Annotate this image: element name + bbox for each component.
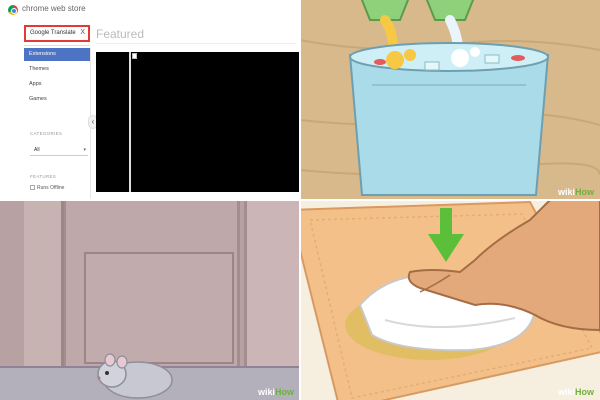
featured-heading: Featured xyxy=(96,27,145,41)
sidebar-item-extensions[interactable]: Extensions xyxy=(24,48,90,61)
chrome-logo-icon xyxy=(8,5,18,15)
runs-offline-checkbox[interactable]: Runs Offline xyxy=(30,185,64,191)
dropdown-arrow-icon: ▾ xyxy=(83,147,86,153)
sidebar-item-games[interactable]: Games xyxy=(24,93,90,106)
chrome-web-store-step: chrome web store Google Translate X Exte… xyxy=(0,0,300,200)
tile-divider-horizontal xyxy=(0,199,600,201)
category-value: All xyxy=(34,147,40,153)
broken-image-icon xyxy=(132,53,137,59)
hamster-at-door-illustration: wikiHow xyxy=(0,200,300,400)
wall-right xyxy=(244,200,300,370)
blotting-stain-illustration: wikiHow xyxy=(300,200,600,400)
checkbox-icon xyxy=(30,185,35,191)
featured-banner-left[interactable] xyxy=(96,52,130,192)
wikihow-watermark: wikiHow xyxy=(557,387,594,397)
glass-illustration xyxy=(300,0,600,200)
wikihow-watermark: wikiHow xyxy=(257,387,294,397)
runs-offline-label: Runs Offline xyxy=(37,185,65,191)
heading-divider xyxy=(96,43,296,44)
wikihow-watermark: wikiHow xyxy=(557,187,594,197)
category-select[interactable]: All ▾ xyxy=(30,146,88,156)
sidebar-divider xyxy=(24,45,90,46)
search-input[interactable]: Google Translate X xyxy=(24,25,90,42)
hamster-icon xyxy=(97,353,173,399)
store-header: chrome web store xyxy=(0,0,300,18)
features-label: FEATURES xyxy=(30,174,57,179)
search-value: Google Translate xyxy=(30,30,76,36)
categories-label: CATEGORIES xyxy=(30,131,63,136)
sidebar-item-apps[interactable]: Apps xyxy=(24,78,90,91)
sidebar-item-themes[interactable]: Themes xyxy=(24,63,90,76)
door-inset-panel xyxy=(84,252,234,364)
featured-banner-main[interactable] xyxy=(131,52,300,192)
clear-search-button[interactable]: X xyxy=(80,29,85,36)
store-title: chrome web store xyxy=(22,4,86,13)
carpet-illustration xyxy=(300,200,600,400)
instruction-grid: chrome web store Google Translate X Exte… xyxy=(0,0,600,400)
pouring-into-glass-illustration: wikiHow xyxy=(300,0,600,200)
